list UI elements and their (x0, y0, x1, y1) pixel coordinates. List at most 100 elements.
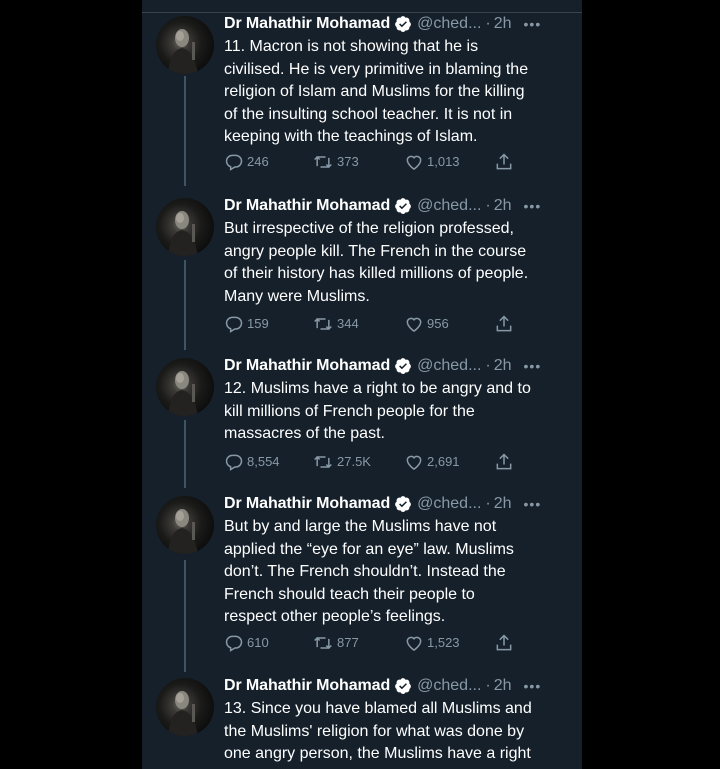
reply-count: 610 (247, 635, 269, 650)
author-handle[interactable]: @ched... (417, 356, 481, 376)
retweet-count: 27.5K (337, 454, 371, 469)
share-icon (496, 153, 512, 170)
reply-icon (225, 154, 243, 171)
thread-connector (184, 420, 186, 488)
retweet-icon (314, 636, 332, 650)
tweet-text-line: 12. Muslims have a right to be angry and… (224, 380, 531, 397)
tweet-text: 11. Macron is not showing that he is civ… (224, 36, 574, 149)
tweet-header: Dr Mahathir Mohamad @ched... · 2h ••• (224, 14, 541, 34)
like-button[interactable]: 1,523 (404, 633, 460, 653)
timestamp[interactable]: 2h (494, 196, 512, 216)
reply-count: 8,554 (247, 454, 280, 469)
verified-badge-icon (394, 357, 412, 375)
tweet-actions: 246 373 1,013 (224, 152, 524, 172)
more-options-icon[interactable]: ••• (524, 356, 542, 376)
reply-count: 246 (247, 154, 269, 169)
timestamp[interactable]: 2h (494, 356, 512, 376)
reply-count: 159 (247, 316, 269, 331)
timestamp[interactable]: 2h (494, 14, 512, 34)
tweet-text-line: 13. Since you have blamed all Muslims an… (224, 700, 532, 717)
tweet-text-line: one angry person, the Muslims have a rig… (224, 745, 531, 762)
separator-dot: · (485, 197, 491, 214)
share-icon (496, 453, 512, 470)
thread-connector (184, 560, 186, 672)
retweet-button[interactable]: 877 (312, 633, 359, 653)
tweet-text-line: massacres of the past. (224, 425, 385, 442)
more-options-icon[interactable]: ••• (524, 494, 542, 514)
avatar[interactable] (156, 496, 214, 554)
tweet-text-line: French should teach their people to (224, 585, 475, 603)
author-handle[interactable]: @ched... (417, 14, 481, 34)
like-button[interactable]: 2,691 (404, 452, 460, 472)
author-name[interactable]: Dr Mahathir Mohamad (224, 494, 390, 514)
tweet-text-line: don’t. The French shouldn’t. Instead the (224, 563, 506, 580)
tweet-actions: 610 877 1,523 (224, 633, 524, 653)
reply-button[interactable]: 610 (224, 633, 269, 653)
separator-dot: · (485, 677, 491, 694)
timestamp[interactable]: 2h (494, 676, 512, 696)
tweet-text-line: But by and large the Muslims have not (224, 518, 497, 535)
author-name[interactable]: Dr Mahathir Mohamad (224, 356, 390, 376)
heart-icon (406, 155, 422, 170)
share-button[interactable] (494, 633, 517, 653)
tweet-text-line: angry people kill. The French in the cou… (224, 242, 527, 260)
reply-icon (225, 316, 243, 333)
tweet-text-line: respect other people’s feelings. (224, 608, 446, 625)
share-button[interactable] (494, 152, 517, 172)
retweet-button[interactable]: 373 (312, 152, 359, 172)
heart-icon (406, 636, 422, 651)
author-name[interactable]: Dr Mahathir Mohamad (224, 676, 390, 696)
avatar[interactable] (156, 198, 214, 256)
tweet-text-line: applied the “eye for an eye” law. Muslim… (224, 540, 514, 558)
tweet-text-line: of their history has killed millions of … (224, 265, 529, 282)
verified-badge-icon (394, 495, 412, 513)
author-name[interactable]: Dr Mahathir Mohamad (224, 196, 390, 216)
reply-button[interactable]: 159 (224, 314, 269, 334)
tweet-text-line: Many were Muslims. (224, 287, 370, 305)
share-icon (496, 315, 512, 332)
author-name[interactable]: Dr Mahathir Mohamad (224, 14, 390, 34)
more-options-icon[interactable]: ••• (524, 676, 542, 696)
like-count: 956 (427, 316, 449, 331)
heart-icon (406, 455, 422, 470)
avatar[interactable] (156, 678, 214, 736)
retweet-icon (314, 317, 332, 331)
author-handle[interactable]: @ched... (417, 494, 481, 514)
tweet-text-line: the Muslims' religion for what was done … (224, 722, 525, 740)
timestamp[interactable]: 2h (494, 494, 512, 514)
verified-badge-icon (394, 197, 412, 215)
tweet-header: Dr Mahathir Mohamad @ched... · 2h ••• (224, 196, 541, 216)
verified-badge-icon (394, 15, 412, 33)
tweet-text-line: keeping with the teachings of Islam. (224, 128, 478, 145)
tweet-text-line: 11. Macron is not showing that he is (224, 38, 479, 55)
tweet-text: But irrespective of the religion profess… (224, 218, 574, 308)
reply-button[interactable]: 8,554 (224, 452, 280, 472)
more-options-icon[interactable]: ••• (524, 196, 542, 216)
thread-connector (184, 260, 186, 350)
more-options-icon[interactable]: ••• (524, 14, 542, 34)
share-button[interactable] (494, 452, 517, 472)
like-button[interactable]: 956 (404, 314, 449, 334)
tweet-text-line: religion of Islam and Muslims for the ki… (224, 83, 525, 100)
avatar[interactable] (156, 16, 214, 74)
reply-button[interactable]: 246 (224, 152, 269, 172)
avatar[interactable] (156, 358, 214, 416)
tweet-actions: 159 344 956 (224, 314, 524, 334)
retweet-icon (314, 155, 332, 169)
heart-icon (406, 317, 422, 332)
share-icon (496, 634, 512, 651)
like-count: 2,691 (427, 454, 460, 469)
separator-dot: · (485, 357, 491, 374)
verified-badge-icon (394, 677, 412, 695)
retweet-button[interactable]: 27.5K (312, 452, 371, 472)
author-handle[interactable]: @ched... (417, 676, 481, 696)
tweet-text: But by and large the Muslims have not ap… (224, 516, 574, 629)
separator-dot: · (485, 15, 491, 32)
divider (142, 12, 582, 13)
tweet-header: Dr Mahathir Mohamad @ched... · 2h ••• (224, 356, 541, 376)
thread-connector (184, 76, 186, 186)
like-button[interactable]: 1,013 (404, 152, 460, 172)
retweet-button[interactable]: 344 (312, 314, 359, 334)
share-button[interactable] (494, 314, 517, 334)
author-handle[interactable]: @ched... (417, 196, 481, 216)
